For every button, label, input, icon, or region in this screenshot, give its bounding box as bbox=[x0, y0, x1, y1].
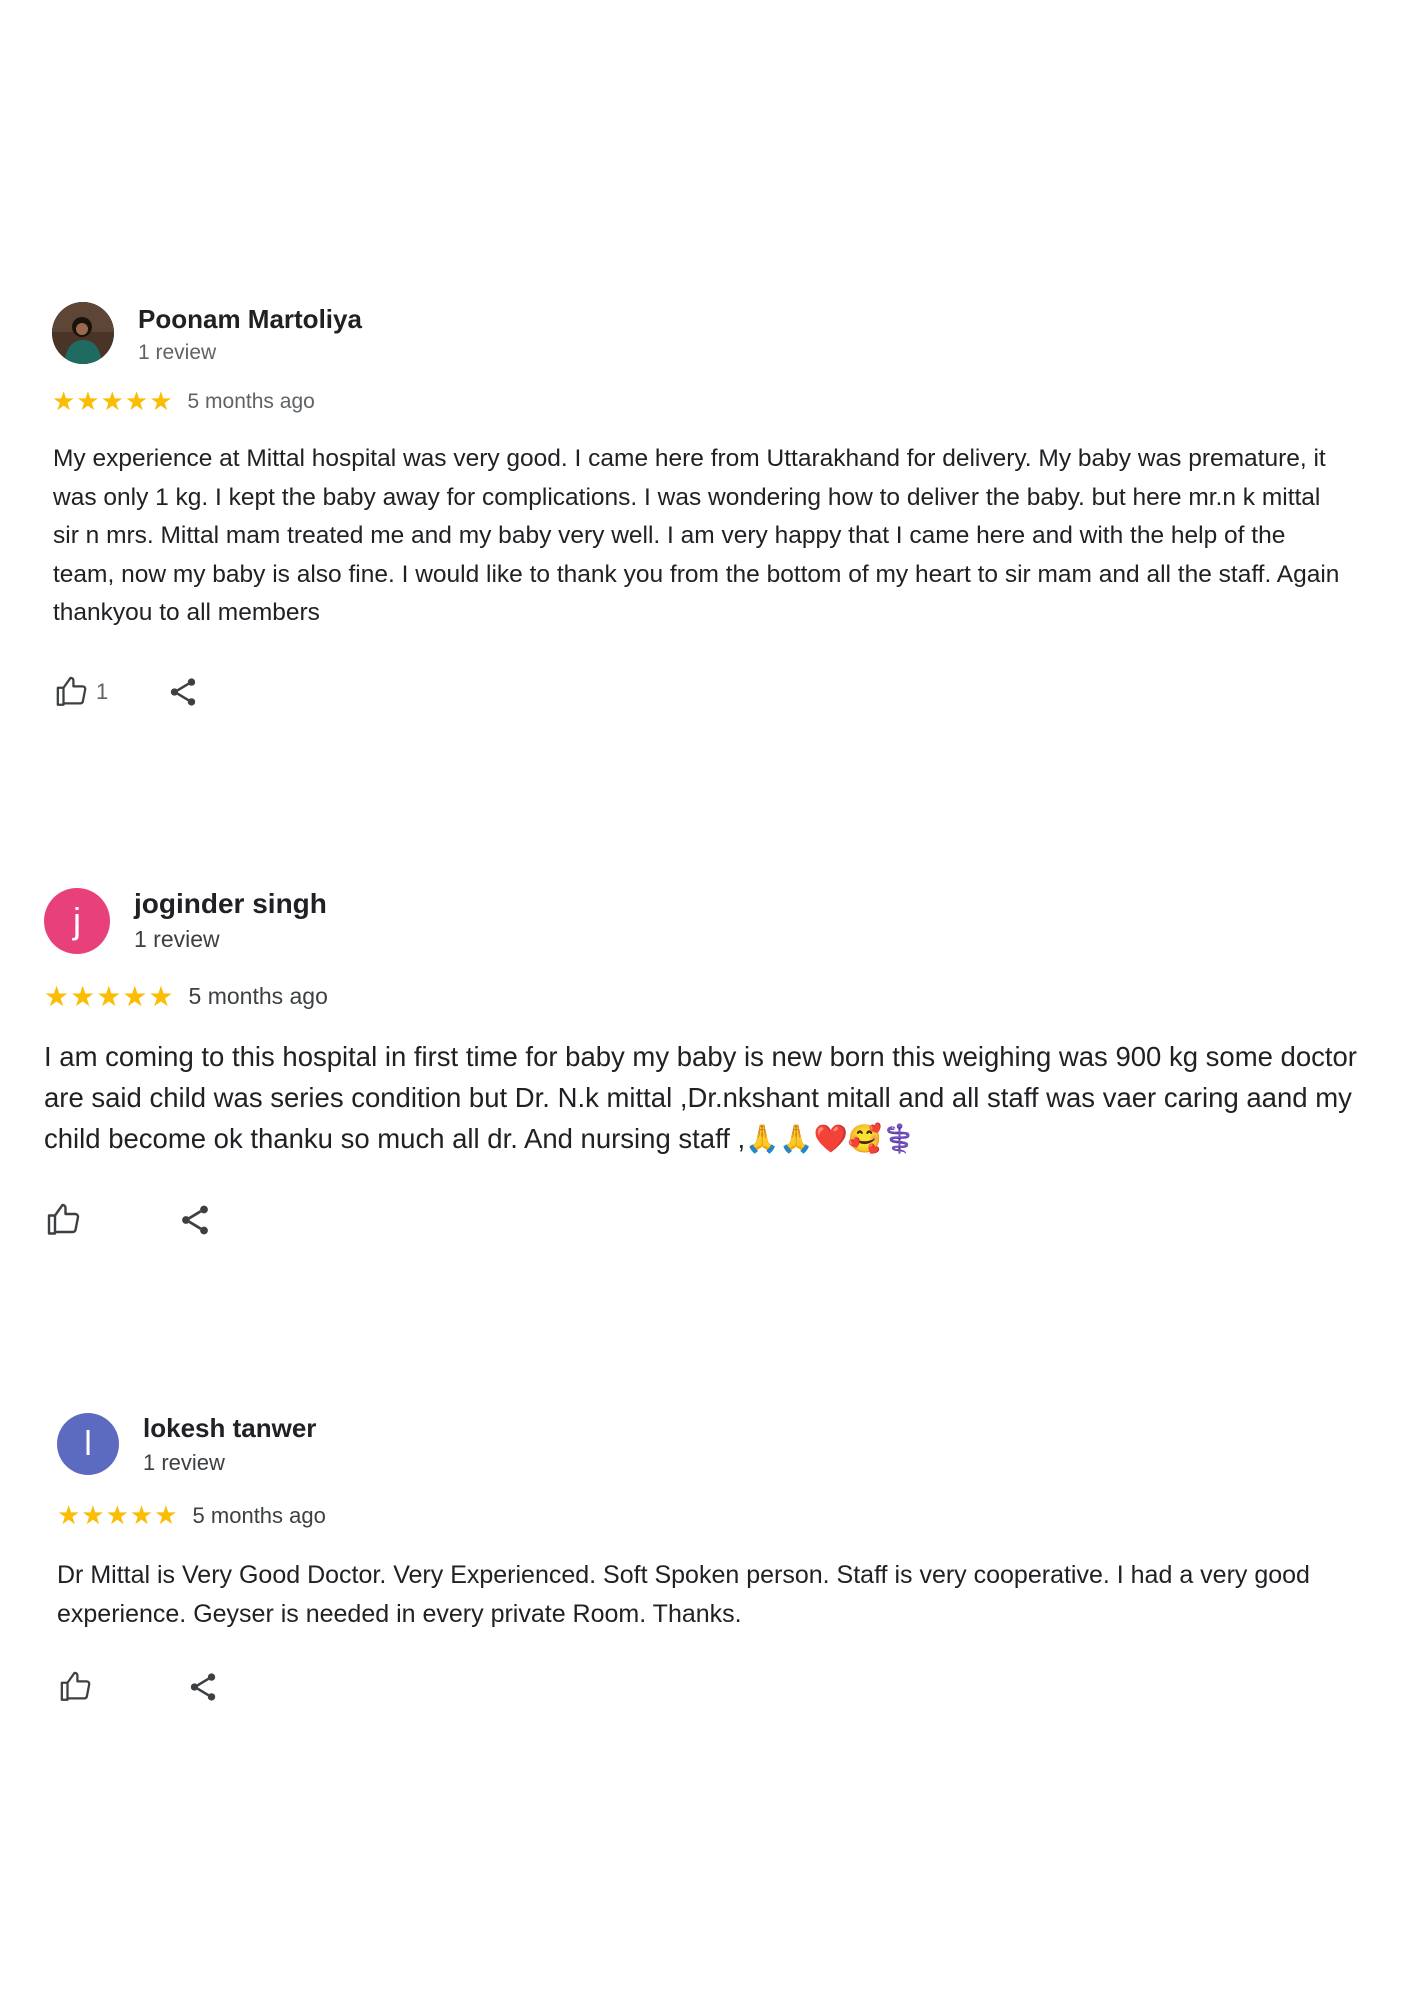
share-button[interactable] bbox=[177, 1202, 213, 1238]
share-button[interactable] bbox=[186, 1670, 220, 1704]
review-date: 5 months ago bbox=[187, 389, 315, 413]
thumbs-up-icon bbox=[56, 676, 87, 706]
thumbs-up-icon bbox=[47, 1203, 80, 1235]
review-text: Dr Mittal is Very Good Doctor. Very Expe… bbox=[57, 1561, 1310, 1628]
avatar[interactable]: j bbox=[44, 888, 110, 954]
review-actions bbox=[58, 1670, 220, 1704]
review-actions: 1 bbox=[54, 675, 200, 709]
share-button[interactable] bbox=[166, 675, 200, 709]
user-photo-icon bbox=[52, 302, 114, 364]
share-icon bbox=[171, 678, 196, 706]
reviewer-review-count: 1 review bbox=[143, 1450, 225, 1475]
review-actions bbox=[45, 1202, 213, 1238]
like-button[interactable] bbox=[45, 1202, 89, 1238]
review-text: My experience at Mittal hospital was ver… bbox=[53, 445, 1340, 626]
reviewer-meta: joginder singh 1 review bbox=[134, 888, 327, 953]
reviewer-name[interactable]: joginder singh bbox=[134, 888, 327, 920]
review-header: j joginder singh 1 review bbox=[44, 888, 327, 954]
share-icon bbox=[190, 1673, 216, 1701]
reviewer-review-count: 1 review bbox=[138, 341, 217, 364]
reviewer-meta: Poonam Martoliya 1 review bbox=[138, 304, 362, 365]
review-date: 5 months ago bbox=[192, 1502, 326, 1528]
like-button[interactable]: 1 bbox=[54, 675, 108, 709]
avatar[interactable]: l bbox=[57, 1413, 119, 1475]
share-icon bbox=[182, 1205, 208, 1235]
like-button[interactable] bbox=[58, 1670, 100, 1704]
rating-row: ★★★★★ 5 months ago bbox=[52, 386, 315, 417]
rating-row: ★★★★★ 5 months ago bbox=[57, 1500, 326, 1531]
like-count: 1 bbox=[96, 679, 109, 704]
star-rating: ★★★★★ bbox=[44, 981, 175, 1012]
reviewer-name[interactable]: Poonam Martoliya bbox=[138, 304, 362, 335]
review-date: 5 months ago bbox=[188, 983, 328, 1009]
avatar[interactable] bbox=[52, 302, 114, 364]
avatar-letter: j bbox=[73, 900, 81, 941]
reviewer-review-count: 1 review bbox=[134, 926, 220, 952]
star-rating: ★★★★★ bbox=[57, 1500, 179, 1530]
avatar-letter: l bbox=[84, 1424, 92, 1463]
review-header: Poonam Martoliya 1 review bbox=[52, 302, 362, 365]
thumbs-up-icon bbox=[60, 1671, 91, 1701]
reviewer-meta: lokesh tanwer 1 review bbox=[143, 1413, 316, 1476]
review-text: I am coming to this hospital in first ti… bbox=[44, 1041, 1357, 1154]
rating-row: ★★★★★ 5 months ago bbox=[44, 980, 328, 1013]
reviewer-name[interactable]: lokesh tanwer bbox=[143, 1413, 316, 1444]
star-rating: ★★★★★ bbox=[52, 386, 174, 416]
review-header: l lokesh tanwer 1 review bbox=[57, 1413, 316, 1476]
